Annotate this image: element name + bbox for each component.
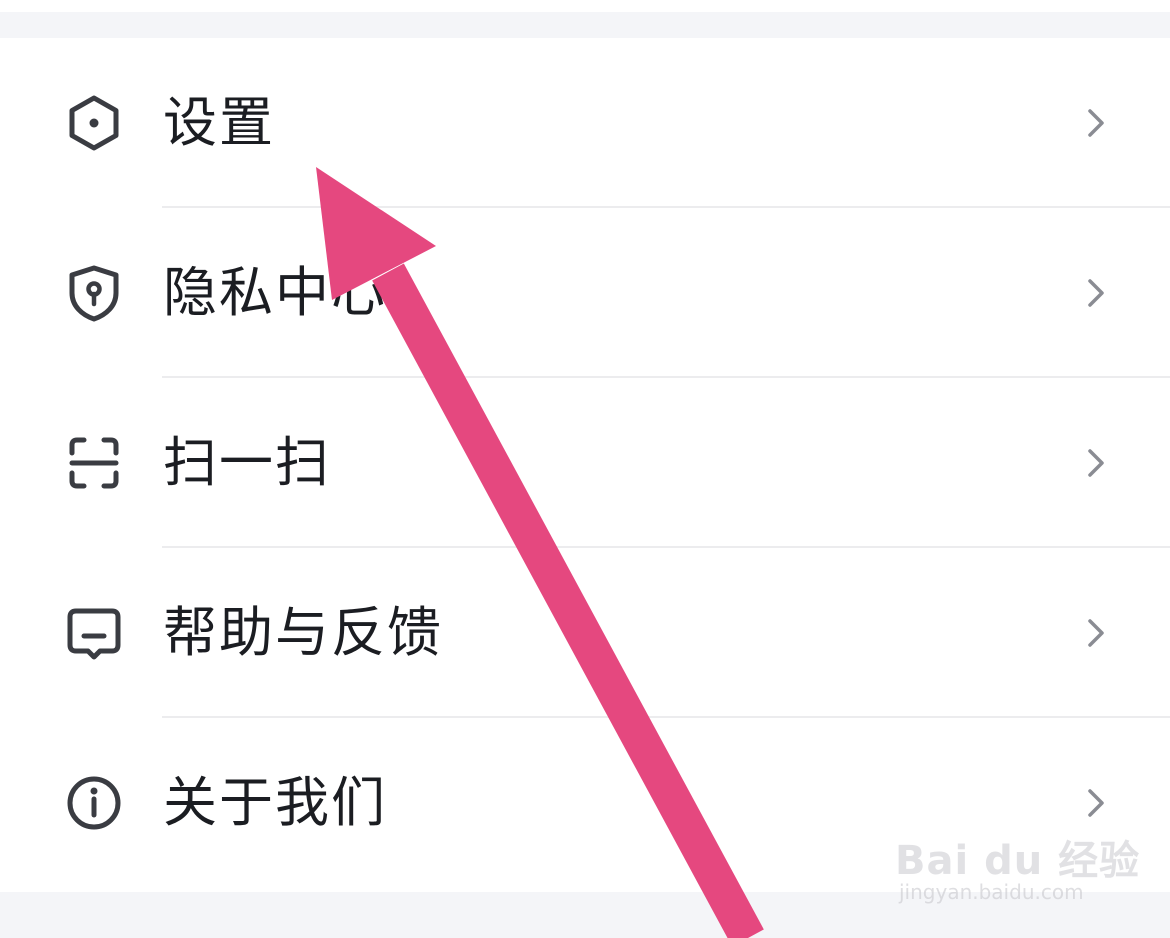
chevron-right-icon bbox=[1088, 619, 1104, 647]
settings-hexagon-icon bbox=[69, 95, 119, 151]
menu-item-scan[interactable]: 扫一扫 bbox=[0, 378, 1170, 548]
menu-item-help-feedback[interactable]: 帮助与反馈 bbox=[0, 548, 1170, 718]
privacy-shield-icon bbox=[69, 265, 119, 322]
scan-icon bbox=[69, 437, 119, 489]
chevron-right-icon bbox=[1088, 449, 1104, 477]
top-divider-band bbox=[0, 12, 1170, 38]
info-circle-icon bbox=[67, 776, 121, 830]
menu-item-label: 关于我们 bbox=[163, 771, 387, 834]
menu-item-label: 扫一扫 bbox=[163, 431, 331, 494]
menu-item-settings[interactable]: 设置 bbox=[0, 38, 1170, 208]
chevron-right-icon bbox=[1088, 789, 1104, 817]
menu-item-privacy-center[interactable]: 隐私中心 bbox=[0, 208, 1170, 378]
menu-item-label: 帮助与反馈 bbox=[163, 601, 443, 664]
bottom-strip bbox=[0, 892, 1170, 938]
menu-item-about-us[interactable]: 关于我们 bbox=[0, 718, 1170, 888]
menu-item-label: 隐私中心 bbox=[163, 261, 387, 324]
chevron-right-icon bbox=[1088, 279, 1104, 307]
settings-menu-list: 设置 隐私中心 扫一扫 帮助与反馈 关于我们 bbox=[0, 38, 1170, 892]
help-feedback-icon bbox=[67, 608, 121, 660]
top-strip bbox=[0, 0, 1170, 38]
chevron-right-icon bbox=[1088, 109, 1104, 137]
menu-item-label: 设置 bbox=[163, 91, 275, 154]
